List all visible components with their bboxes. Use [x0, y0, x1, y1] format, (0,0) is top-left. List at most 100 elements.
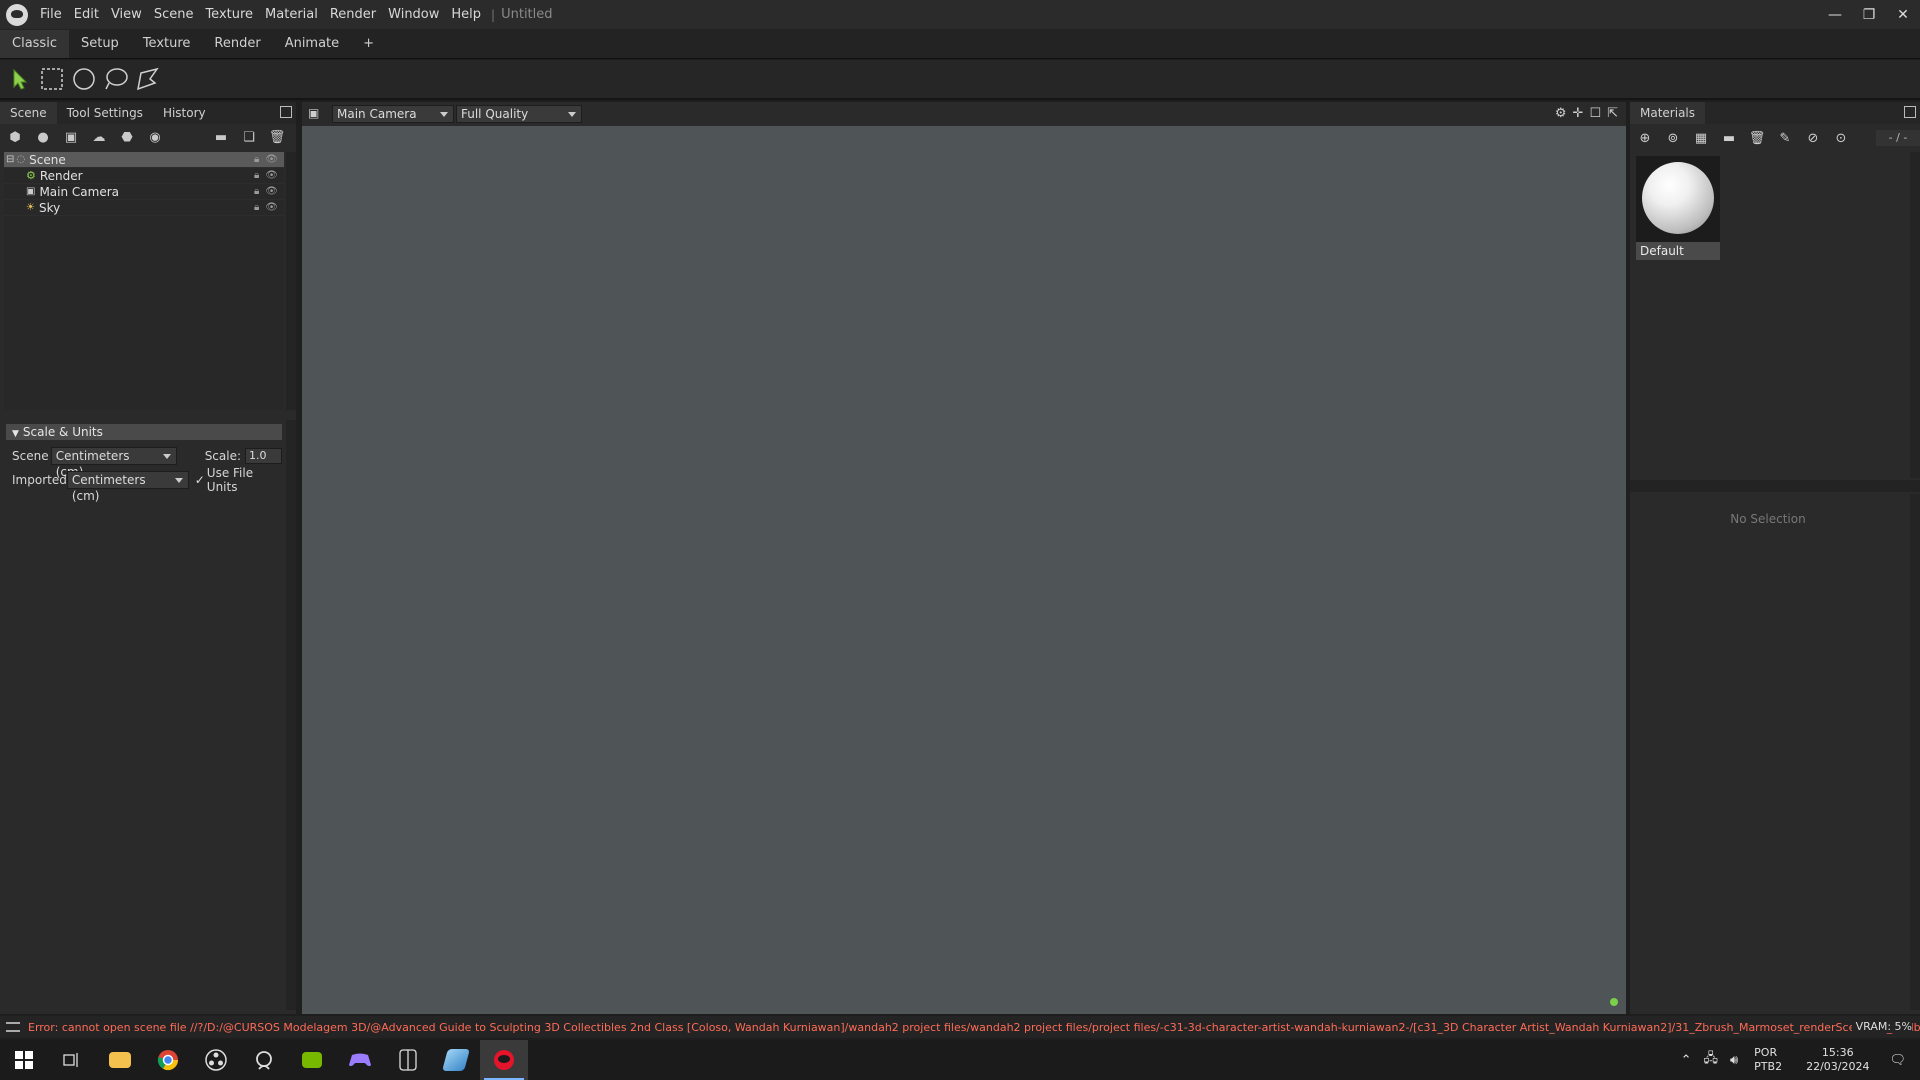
- scale-units-header[interactable]: ▼ Scale & Units: [6, 424, 282, 440]
- delete-icon[interactable]: 🗑: [268, 128, 286, 146]
- tree-item-label: Sky: [38, 200, 61, 215]
- marmoset-toolbag-icon[interactable]: [480, 1040, 528, 1080]
- network-icon[interactable]: 🖧︎: [1703, 1049, 1718, 1071]
- language-indicator[interactable]: POR PTB2: [1754, 1046, 1782, 1074]
- chevron-up-icon[interactable]: ⌃: [1681, 1053, 1692, 1068]
- notifications-icon[interactable]: 🗨︎: [1889, 1053, 1906, 1068]
- folder-icon[interactable]: ▬: [1720, 129, 1738, 147]
- select-arrow-icon[interactable]: [6, 65, 34, 93]
- tab-animate[interactable]: Animate: [273, 30, 351, 58]
- sky-icon: ☀: [26, 202, 35, 213]
- clock[interactable]: 15:36 22/03/2024: [1806, 1046, 1869, 1074]
- expand-icon[interactable]: ⊟: [6, 154, 14, 165]
- 3d-viewport[interactable]: [302, 126, 1626, 1014]
- app-logo-icon[interactable]: [6, 3, 28, 26]
- scene-units-dropdown[interactable]: Centimeters (cm): [50, 447, 177, 479]
- viewport-settings-icon[interactable]: ⚙: [1555, 106, 1567, 121]
- add-fog-icon[interactable]: ☁: [90, 128, 108, 146]
- duplicate-icon[interactable]: ❏: [240, 128, 258, 146]
- menu-file[interactable]: File: [34, 0, 68, 29]
- visibility-icon[interactable]: 👁︎: [265, 186, 278, 197]
- undock-icon[interactable]: [1904, 106, 1916, 118]
- pick-material-icon[interactable]: ✎: [1776, 129, 1794, 147]
- tree-item-render[interactable]: ⚙ Render 🔒︎ 👁︎: [4, 168, 284, 184]
- material-item-default[interactable]: Default: [1636, 156, 1720, 260]
- lock-icon[interactable]: 🔒︎: [254, 154, 259, 165]
- tab-classic[interactable]: Classic: [0, 30, 69, 58]
- menu-render[interactable]: Render: [324, 0, 382, 29]
- menu-edit[interactable]: Edit: [68, 0, 105, 29]
- close-button[interactable]: ✕: [1886, 0, 1920, 29]
- menu-view[interactable]: View: [105, 0, 148, 29]
- switch-icon[interactable]: [384, 1040, 432, 1080]
- restore-button[interactable]: ❐: [1852, 0, 1886, 29]
- tab-materials[interactable]: Materials: [1630, 102, 1706, 124]
- settings-scrollbar[interactable]: [286, 420, 296, 1010]
- tab-render[interactable]: Render: [202, 30, 272, 58]
- properties-scrollbar[interactable]: [1910, 494, 1920, 1010]
- library-icon[interactable]: ⊙: [1832, 129, 1850, 147]
- windows-start-icon[interactable]: [0, 1040, 48, 1080]
- use-file-units-checkbox[interactable]: ✓: [195, 473, 205, 487]
- volume-icon[interactable]: 🔊︎: [1730, 1053, 1738, 1068]
- add-shadow-catcher-icon[interactable]: ⬣: [118, 128, 136, 146]
- add-sky-icon[interactable]: ◉: [146, 128, 164, 146]
- rect-select-icon[interactable]: [38, 65, 66, 93]
- menu-texture[interactable]: Texture: [199, 0, 259, 29]
- menu-window[interactable]: Window: [382, 0, 445, 29]
- undock-icon[interactable]: [280, 106, 292, 118]
- tree-item-main-camera[interactable]: ▣ Main Camera 🔒︎ 👁︎: [4, 184, 284, 200]
- tab-texture[interactable]: Texture: [131, 30, 203, 58]
- tab-scene[interactable]: Scene: [0, 102, 57, 124]
- tab-tool-settings[interactable]: Tool Settings: [57, 102, 153, 124]
- imported-units-dropdown[interactable]: Centimeters (cm): [66, 471, 189, 503]
- obs-icon[interactable]: [192, 1040, 240, 1080]
- visibility-icon[interactable]: 👁︎: [265, 170, 278, 181]
- quality-select[interactable]: Full Quality: [456, 105, 582, 123]
- minimize-button[interactable]: —: [1818, 0, 1852, 29]
- camera-select[interactable]: Main Camera: [332, 105, 454, 123]
- duplicate-material-icon[interactable]: ⊚: [1664, 129, 1682, 147]
- task-view-icon[interactable]: [48, 1040, 96, 1080]
- visibility-icon[interactable]: 👁︎: [265, 154, 278, 165]
- checker-icon[interactable]: ▦: [1692, 129, 1710, 147]
- menu-scene[interactable]: Scene: [148, 0, 200, 29]
- chrome-icon[interactable]: [144, 1040, 192, 1080]
- move-view-icon[interactable]: ✛: [1573, 106, 1584, 121]
- file-explorer-icon[interactable]: [96, 1040, 144, 1080]
- add-tab-button[interactable]: +: [351, 30, 386, 58]
- delete-material-icon[interactable]: 🗑: [1748, 129, 1766, 147]
- assign-material-icon[interactable]: ⊘: [1804, 129, 1822, 147]
- notes-app-icon[interactable]: [432, 1040, 480, 1080]
- materials-scrollbar[interactable]: [1910, 152, 1920, 478]
- materials-divider[interactable]: [1630, 480, 1920, 492]
- circle-select-icon[interactable]: [70, 65, 98, 93]
- menu-help[interactable]: Help: [445, 0, 487, 29]
- clock-time: 15:36: [1821, 1046, 1854, 1059]
- search-app-icon[interactable]: [240, 1040, 288, 1080]
- tree-item-scene[interactable]: ⊟ ◌ Scene 🔒︎ 👁︎: [4, 152, 284, 168]
- scale-input[interactable]: 1.0: [245, 448, 282, 464]
- outliner-scrollbar[interactable]: [286, 152, 296, 410]
- log-icon[interactable]: [6, 1022, 20, 1032]
- nvidia-icon[interactable]: [288, 1040, 336, 1080]
- polygon-select-icon[interactable]: [134, 65, 162, 93]
- menu-material[interactable]: Material: [259, 0, 324, 29]
- maximize-icon[interactable]: ☐: [1589, 106, 1601, 121]
- add-camera-icon[interactable]: ▣: [62, 128, 80, 146]
- tab-history[interactable]: History: [153, 102, 216, 124]
- tree-item-sky[interactable]: ☀ Sky 🔒︎ 👁︎: [4, 200, 284, 216]
- add-object-icon[interactable]: ⬢: [6, 128, 24, 146]
- lock-icon[interactable]: 🔒︎: [254, 202, 259, 213]
- camera-icon[interactable]: ▣: [308, 106, 326, 122]
- tab-setup[interactable]: Setup: [69, 30, 131, 58]
- lock-icon[interactable]: 🔒︎: [254, 186, 259, 197]
- new-folder-icon[interactable]: ▬: [212, 128, 230, 146]
- add-light-icon[interactable]: ●: [34, 128, 52, 146]
- lasso-select-icon[interactable]: [102, 65, 130, 93]
- undock-viewport-icon[interactable]: ⇱: [1607, 106, 1618, 121]
- visibility-icon[interactable]: 👁︎: [265, 202, 278, 213]
- lock-icon[interactable]: 🔒︎: [254, 170, 259, 181]
- game-controller-icon[interactable]: [336, 1040, 384, 1080]
- add-material-icon[interactable]: ⊕: [1636, 129, 1654, 147]
